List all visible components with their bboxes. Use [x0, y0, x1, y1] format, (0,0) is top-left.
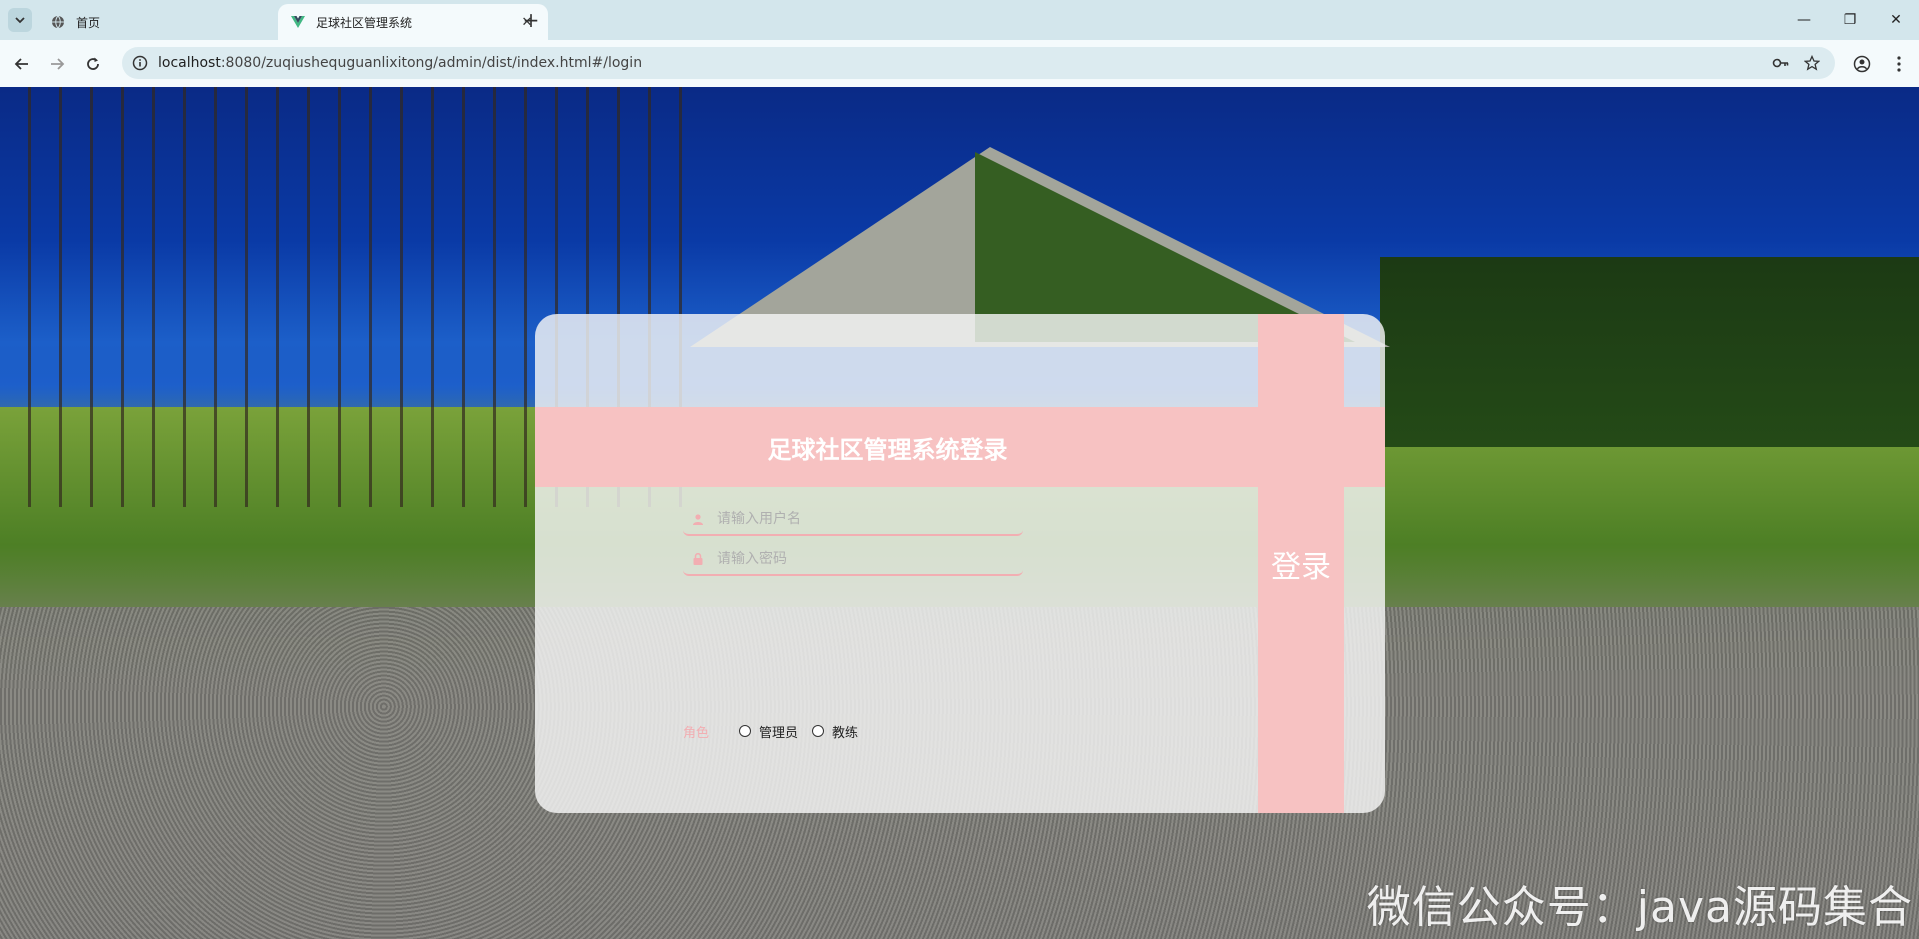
- site-info-icon[interactable]: [132, 55, 148, 71]
- password-input[interactable]: [715, 550, 1009, 568]
- browser-tab-bar: 首页 ✕ 足球社区管理系统 ✕ + — ❐ ✕: [0, 0, 1919, 40]
- reload-icon: [87, 57, 99, 70]
- lock-icon: [691, 552, 705, 566]
- title-band: 足球社区管理系统登录: [535, 407, 1385, 487]
- login-page: 足球社区管理系统登录 登录 角色 管理员 教练: [0, 87, 1919, 939]
- reload-button[interactable]: [79, 50, 107, 78]
- menu-kebab-icon[interactable]: [1888, 53, 1910, 75]
- login-button[interactable]: 登录: [1258, 534, 1344, 594]
- tab-active[interactable]: 足球社区管理系统 ✕: [278, 4, 548, 40]
- arrow-left-icon: [14, 58, 28, 70]
- tab-title: 首页: [76, 15, 101, 30]
- key-icon[interactable]: [1772, 54, 1790, 72]
- address-bar[interactable]: localhost:8080/zuqiushequguanlixitong/ad…: [122, 47, 1835, 79]
- vue-logo-icon: [290, 14, 306, 30]
- tab-home[interactable]: 首页 ✕: [38, 4, 308, 40]
- minimize-button[interactable]: —: [1781, 0, 1827, 40]
- forward-button[interactable]: [43, 50, 71, 78]
- username-input[interactable]: [715, 510, 1009, 528]
- login-card: 足球社区管理系统登录 登录 角色 管理员 教练: [535, 314, 1385, 813]
- close-window-button[interactable]: ✕: [1873, 0, 1919, 40]
- bookmark-star-icon[interactable]: [1803, 54, 1821, 72]
- role-selector: 角色 管理员 教练: [683, 721, 872, 741]
- profile-icon[interactable]: [1851, 53, 1873, 75]
- password-field-wrapper: [683, 544, 1023, 576]
- role-option-admin[interactable]: 管理员: [739, 722, 798, 741]
- radio-button[interactable]: [812, 725, 825, 737]
- url-text: localhost:8080/zuqiushequguanlixitong/ad…: [158, 55, 642, 71]
- restore-button[interactable]: ❐: [1827, 0, 1873, 40]
- role-label: 角色: [683, 725, 710, 741]
- background-forest: [1380, 257, 1919, 447]
- url-host: localhost: [158, 55, 221, 71]
- globe-icon: [50, 14, 66, 30]
- role-option-label: 管理员: [759, 725, 799, 741]
- new-tab-button[interactable]: +: [519, 8, 543, 32]
- watermark-text: 微信公众号：java源码集合: [1366, 882, 1913, 933]
- role-option-label: 教练: [832, 725, 859, 741]
- tab-search-button[interactable]: [8, 8, 32, 32]
- chevron-down-icon: [15, 17, 25, 24]
- username-field-wrapper: [683, 504, 1023, 536]
- radio-button[interactable]: [739, 725, 752, 737]
- arrow-right-icon: [51, 58, 65, 70]
- user-icon: [691, 512, 705, 526]
- url-path: :8080/zuqiushequguanlixitong/admin/dist/…: [220, 55, 643, 71]
- page-title: 足球社区管理系统登录: [767, 435, 1008, 464]
- role-option-coach[interactable]: 教练: [812, 722, 858, 741]
- back-button[interactable]: [8, 50, 36, 78]
- tab-title: 足球社区管理系统: [316, 15, 413, 30]
